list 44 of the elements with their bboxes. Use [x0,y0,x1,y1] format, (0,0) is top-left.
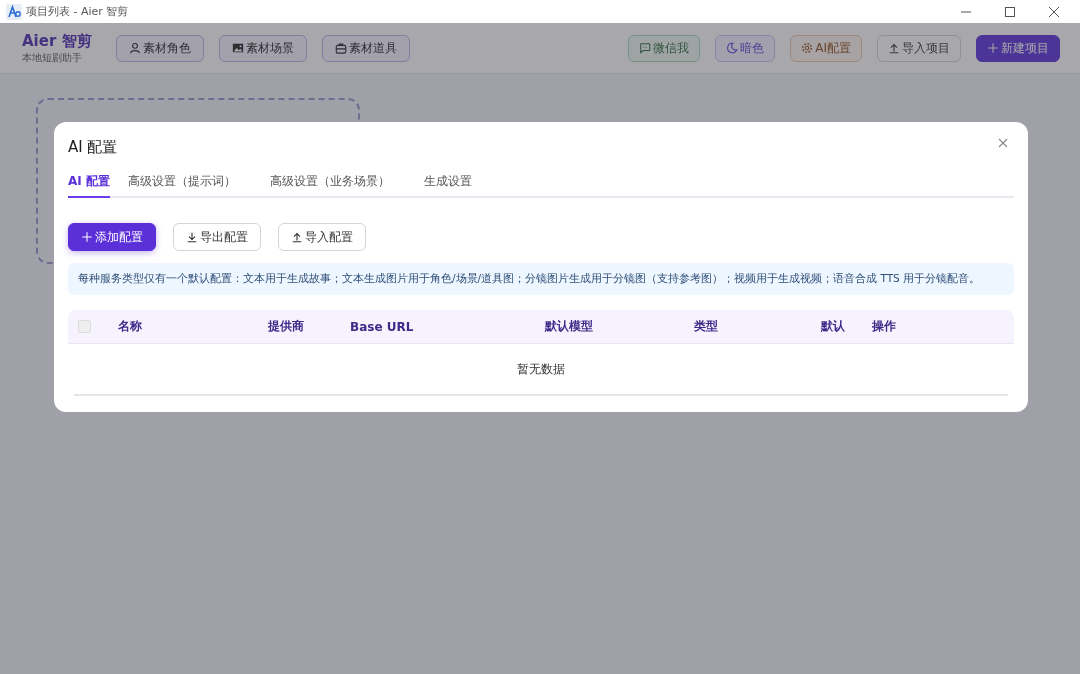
chat-icon [639,42,652,54]
window-title: 项目列表 - Aier 智剪 [26,4,129,19]
column-header: 提供商 [268,318,305,335]
close-icon[interactable] [1048,5,1060,18]
tab[interactable]: 高级设置（业务场景） [269,173,390,198]
image-icon [232,42,244,54]
moon-icon [726,42,739,54]
maximize-icon[interactable] [1004,5,1016,18]
upload-icon [291,231,303,243]
header-button[interactable]: 暗色 [715,34,776,62]
nav-button[interactable]: 素材场景 [219,34,307,62]
dialog-button[interactable]: 导出配置 [173,223,261,251]
settings-icon [801,42,814,54]
header-button[interactable]: 导入项目 [877,34,961,62]
header-button[interactable]: 新建项目 [976,34,1060,62]
header-button[interactable]: 微信我 [628,34,701,62]
nav-button[interactable]: 素材道具 [322,34,410,62]
column-header: 默认 [821,318,846,335]
plus-icon [81,231,93,243]
header-button[interactable]: AI配置 [790,34,862,62]
close-icon[interactable] [998,138,1008,148]
tab[interactable]: 高级设置（提示词） [127,173,236,198]
column-header: 类型 [694,318,719,335]
info-notice: 每种服务类型仅有一个默认配置：文本用于生成故事；文本生成图片用于角色/场景/道具图；分镜图片生成用于分镜图（支持参考图）；视频用于生成视频；语音合成 TTS 用于分镜配音。 [68,263,1014,295]
plus-icon [987,42,999,54]
dialog-title: AI 配置 [68,137,118,157]
download-icon [186,231,198,243]
app-name: Aier 智剪 [22,31,93,51]
column-header: 默认模型 [545,318,594,335]
person-icon [129,42,141,54]
nav-button[interactable]: 素材角色 [116,34,204,62]
upload-icon [888,42,900,54]
app-subtitle: 本地短剧助手 [22,50,83,65]
app-logo-icon [6,3,22,20]
empty-text: 暂无数据 [517,360,565,378]
column-header: Base URL [350,319,415,334]
dialog-button[interactable]: 添加配置 [68,223,156,251]
dialog-button[interactable]: 导入配置 [278,223,366,251]
bag-icon [335,42,347,54]
select-all-checkbox[interactable] [78,320,91,333]
tab[interactable]: AI 配置 [68,173,110,198]
column-header: 操作 [872,318,897,335]
column-header: 名称 [118,318,143,335]
tab[interactable]: 生成设置 [423,173,472,198]
